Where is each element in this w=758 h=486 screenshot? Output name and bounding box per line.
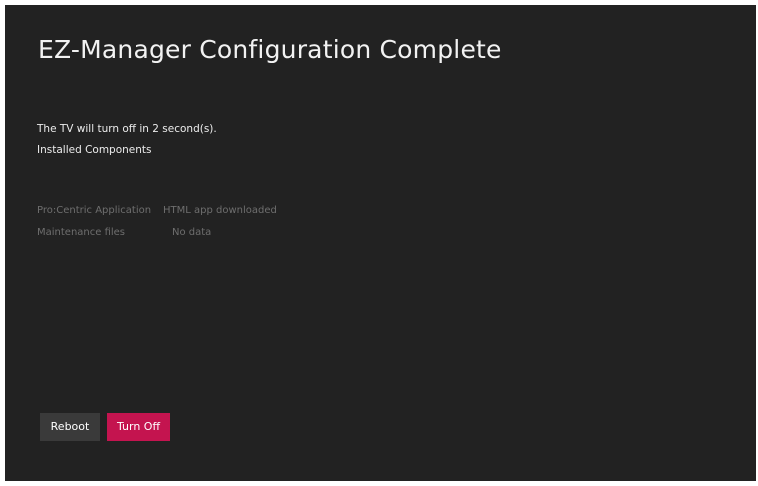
installed-components-heading: Installed Components <box>37 144 152 156</box>
reboot-button[interactable]: Reboot <box>40 413 100 441</box>
component-name: Pro:Centric Application <box>37 205 152 216</box>
component-status: No data <box>172 227 212 238</box>
page-title: EZ-Manager Configuration Complete <box>38 35 502 64</box>
component-row-procentric: Pro:Centric Application HTML app download… <box>37 205 277 216</box>
component-row-maintenance: Maintenance files No data <box>37 227 211 238</box>
ez-manager-screen: EZ-Manager Configuration Complete The TV… <box>5 5 756 481</box>
turn-off-button[interactable]: Turn Off <box>107 413 170 441</box>
component-status: HTML app downloaded <box>163 205 277 216</box>
countdown-message: The TV will turn off in 2 second(s). <box>37 123 217 135</box>
component-name: Maintenance files <box>37 227 126 238</box>
